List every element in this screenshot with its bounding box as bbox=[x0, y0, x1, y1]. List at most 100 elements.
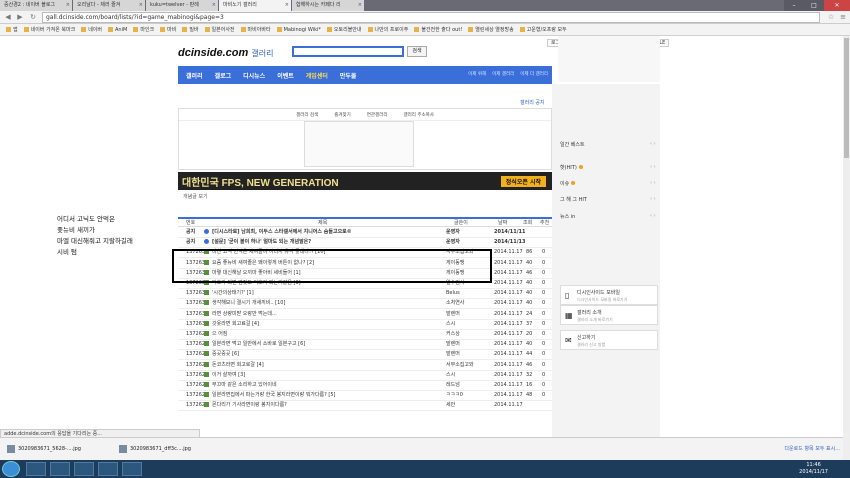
gallery-tab[interactable]: 즐겨찾기 bbox=[334, 112, 351, 118]
post-title-cell[interactable]: 부끄마 같은 소리하고 있어이네 bbox=[204, 381, 444, 390]
show-all-downloads[interactable]: 다운로드 항목 모두 표시... bbox=[784, 445, 840, 452]
table-row[interactable]: 1372629 으 어짐 커스상 2014.11.17 20 0 bbox=[178, 330, 552, 340]
post-title[interactable]: '시간의상태기?' [1] bbox=[212, 290, 254, 296]
post-title-cell[interactable]: 중곳중곳 [6] bbox=[204, 350, 444, 359]
post-title-cell[interactable]: [설문] '굳이 볼이 하나' 얼마도 되는 개념발은? bbox=[204, 238, 444, 247]
table-row[interactable]: 1372627 중곳중곳 [6] 발렌머 2014.11.17 44 0 bbox=[178, 350, 552, 361]
post-title-cell[interactable]: 몬다리가 기사라면이랑 봉지이다름? bbox=[204, 401, 444, 410]
site-logo[interactable]: dcinside.com 갤러리 bbox=[178, 47, 273, 59]
gallery-tab[interactable]: 연관갤러리 bbox=[367, 112, 388, 118]
tab-close-icon[interactable]: × bbox=[358, 0, 362, 11]
table-row[interactable]: 1372628 일본라면 먹고 일반에서 소바로 일본구고 [6] 발렌머 2014.… bbox=[178, 340, 552, 351]
nav-item[interactable]: 갤러리 bbox=[186, 71, 203, 80]
right-panel-card[interactable]: ✉ 신고하기 갤러리 신고 방법 bbox=[560, 330, 658, 350]
tab-close-icon[interactable]: × bbox=[66, 0, 70, 11]
post-author[interactable]: 운영자 bbox=[446, 238, 492, 247]
star-icon[interactable]: ☆ bbox=[826, 12, 836, 22]
post-author[interactable]: 소처연사 bbox=[446, 299, 492, 308]
right-panel-item[interactable]: 뉴스 in ‹ › bbox=[560, 213, 656, 220]
forward-icon[interactable]: ▶ bbox=[15, 12, 25, 22]
post-author[interactable]: 스시 bbox=[446, 371, 492, 380]
bookmark-item[interactable]: 밀바 bbox=[182, 26, 199, 33]
table-row[interactable]: 1372622 몬다리가 기사라면이랑 봉지이다름? 세안 2014.11.17 bbox=[178, 401, 552, 412]
bookmark-item[interactable]: 일본어사전 bbox=[204, 26, 235, 33]
scroll-thumb[interactable] bbox=[844, 38, 849, 158]
right-panel-card[interactable]: ▯ 디시인사이드 모바일 디시인사이드 모바일 바로가기 bbox=[560, 285, 658, 305]
right-panel-item[interactable]: 이슈 ‹ › bbox=[560, 180, 656, 187]
post-title[interactable]: 일본라면 먹고 일반에서 소바로 일본구고 [6] bbox=[212, 341, 305, 347]
post-title-cell[interactable]: 돈코츠라면 회고로갈 [4] bbox=[204, 361, 444, 370]
post-title[interactable]: 으 어짐 bbox=[212, 331, 227, 337]
bookmark-item[interactable]: 네이버 bbox=[81, 26, 102, 33]
pager-arrows-icon[interactable]: ‹ › bbox=[650, 180, 656, 186]
bookmark-item[interactable]: 마비아바타 bbox=[240, 26, 271, 33]
post-author[interactable]: Belus bbox=[446, 289, 492, 298]
taskbar-app-icon[interactable] bbox=[122, 462, 142, 476]
download-item[interactable]: 3020983671_5628-....jpg bbox=[4, 442, 114, 456]
nav-item[interactable]: 갤로그 bbox=[215, 71, 232, 80]
nav-right-link[interactable]: 이제 위해 bbox=[468, 71, 486, 77]
post-title[interactable]: 중곳중곳 [6] bbox=[212, 351, 239, 357]
table-row[interactable]: 1372625 이거 살까여 [3] 스시 2014.11.17 32 0 bbox=[178, 371, 552, 381]
post-title[interactable]: [설문] '굳이 볼이 하나' 얼마도 되는 개념발은? bbox=[212, 239, 311, 245]
post-title-cell[interactable]: 갓옷라면 회고료걸 [4] bbox=[204, 320, 444, 329]
post-author[interactable]: 커스상 bbox=[446, 330, 492, 339]
table-row[interactable]: 1372624 부끄마 같은 소리하고 있어이네 레드넘 2014.11.17 16 0 bbox=[178, 381, 552, 391]
browser-tab[interactable]: 중산경2 : 네이버 블로그 × bbox=[0, 0, 72, 11]
pager-arrows-icon[interactable]: ‹ › bbox=[650, 213, 656, 219]
taskbar-app-icon[interactable] bbox=[26, 462, 46, 476]
table-row[interactable]: 1372623 일본라면집에서 파는거랑 한국 봉지라면이랑 뭐가다름? [5] ㅋ… bbox=[178, 391, 552, 402]
post-title[interactable]: 생각해보니 결시기 개새끼비.. [10] bbox=[212, 300, 285, 306]
table-row[interactable]: 공지 [설문] '굳이 볼이 하나' 얼마도 되는 개념발은? 운영자 2014/11… bbox=[178, 238, 552, 249]
nav-item[interactable]: 디시뉴스 bbox=[243, 71, 265, 80]
scrollbar[interactable] bbox=[843, 36, 850, 460]
post-title-cell[interactable]: 라면 상량미받 오랑만 먹는데... bbox=[204, 310, 444, 319]
post-author[interactable]: 스시 bbox=[446, 320, 492, 329]
right-panel-item[interactable]: 핫(HIT) ‹ › bbox=[560, 164, 656, 171]
bookmark-item[interactable]: 앱 bbox=[6, 26, 18, 33]
bookmark-item[interactable]: 네이버 가져온 북마크 bbox=[23, 26, 75, 33]
menu-icon[interactable]: ≡ bbox=[838, 12, 848, 22]
right-panel-card[interactable]: ▦ 갤러리 소개 갤러리 소개 바로가기 bbox=[560, 305, 658, 325]
url-input[interactable]: gall.dcinside.com/board/lists/?id=game_m… bbox=[42, 12, 820, 23]
post-author[interactable]: 발렌머 bbox=[446, 340, 492, 349]
minimize-icon[interactable]: – bbox=[784, 0, 804, 11]
pager-arrows-icon[interactable]: ‹ › bbox=[650, 164, 656, 170]
post-author[interactable]: 발렌머 bbox=[446, 310, 492, 319]
tab-close-icon[interactable]: × bbox=[285, 0, 289, 11]
browser-tab[interactable]: 오리날다 - 제러 즐겨 × bbox=[73, 0, 145, 11]
post-title-cell[interactable]: 으 어짐 bbox=[204, 330, 444, 339]
nav-right-link[interactable]: 이제 갤러리 bbox=[492, 71, 514, 77]
bookmark-item[interactable]: 나만의 프로이주 bbox=[367, 26, 408, 33]
post-title-cell[interactable]: 일본라면집에서 파는거랑 한국 봉지라면이랑 뭐가다름? [5] bbox=[204, 391, 444, 400]
post-title[interactable]: 일본라면집에서 파는거랑 한국 봉지라면이랑 뭐가다름? [5] bbox=[212, 392, 336, 398]
post-author[interactable]: 발렌머 bbox=[446, 350, 492, 359]
nav-right-link[interactable]: 이제 더 갤러리 bbox=[520, 71, 548, 77]
filter-label[interactable]: 개념글 보기 bbox=[183, 193, 208, 200]
pager-arrows-icon[interactable]: ‹ › bbox=[650, 196, 656, 202]
table-row[interactable]: 1372632 생각해보니 결시기 개새끼비.. [10] 소처연사 2014.11.… bbox=[178, 299, 552, 310]
post-title[interactable]: 몬다리가 기사라면이랑 봉지이다름? bbox=[212, 402, 287, 408]
post-author[interactable]: 세안 bbox=[446, 401, 492, 410]
search-input[interactable] bbox=[292, 46, 404, 57]
back-icon[interactable]: ◀ bbox=[3, 12, 13, 22]
bookmark-item[interactable]: 오토리블안내 bbox=[326, 26, 362, 33]
close-icon[interactable]: ✕ bbox=[824, 0, 850, 11]
post-author[interactable]: ㅋㅋㅋ0 bbox=[446, 391, 492, 400]
post-title-cell[interactable]: 생각해보니 결시기 개새끼비.. [10] bbox=[204, 299, 444, 308]
post-title[interactable]: 이거 살까여 [3] bbox=[212, 372, 245, 378]
post-title[interactable]: 라면 상량미받 오랑만 먹는데... bbox=[212, 311, 277, 317]
post-title[interactable]: 부끄마 같은 소리하고 있어이네 bbox=[212, 382, 277, 388]
table-row[interactable]: 1372633 '시간의상태기?' [1] Belus 2014.11.17 40 0 bbox=[178, 289, 552, 300]
bookmark-item[interactable]: 불건전한 출다 out! bbox=[414, 26, 462, 33]
post-title-cell[interactable]: '시간의상태기?' [1] bbox=[204, 289, 444, 298]
gallery-tab[interactable]: 갤러리 주소복사 bbox=[403, 112, 433, 118]
bookmark-item[interactable]: AniM bbox=[108, 27, 127, 33]
search-button[interactable]: 검색 bbox=[407, 46, 427, 57]
nav-item[interactable]: 이벤트 bbox=[277, 71, 294, 80]
maximize-icon[interactable]: □ bbox=[804, 0, 824, 11]
table-row[interactable]: 1372631 라면 상량미받 오랑만 먹는데... 발렌머 2014.11.17 24… bbox=[178, 310, 552, 320]
post-title[interactable]: 갓옷라면 회고료걸 [4] bbox=[212, 321, 259, 327]
pager-arrows-icon[interactable]: ‹ › bbox=[650, 141, 656, 147]
bookmark-item[interactable]: Mabinogi Wiki* bbox=[276, 27, 321, 33]
